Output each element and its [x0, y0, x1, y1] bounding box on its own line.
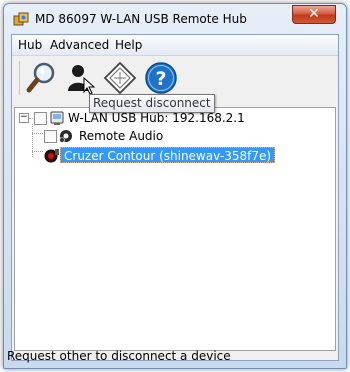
hub-icon	[50, 111, 64, 125]
title-bar[interactable]: MD 86097 W-LAN USB Remote Hub ✕	[4, 4, 346, 34]
tree-item-cruzer[interactable]: Cruzer Contour (shinewav-358f7e)	[15, 146, 335, 164]
tree-connector	[29, 118, 33, 119]
cruzer-label: Cruzer Contour (shinewav-358f7e)	[60, 147, 276, 163]
collapse-toggle[interactable]: −	[19, 113, 29, 123]
tooltip: Request disconnect	[89, 94, 215, 113]
menu-hub[interactable]: Hub	[18, 38, 42, 52]
client-area: Hub Advanced Help ? − W-LAN USB Hub: 192…	[11, 34, 339, 361]
window-title: MD 86097 W-LAN USB Remote Hub	[35, 12, 247, 26]
menu-help[interactable]: Help	[115, 38, 142, 52]
help-icon: ?	[145, 62, 177, 94]
remote-audio-label: Remote Audio	[79, 129, 164, 143]
toolbar-separator	[19, 61, 20, 95]
menu-advanced[interactable]: Advanced	[50, 38, 109, 52]
close-icon: ✕	[308, 6, 320, 22]
auto-connect-button[interactable]	[102, 60, 138, 96]
tree-item-remote-audio[interactable]: Remote Audio	[15, 128, 335, 146]
root-checkbox[interactable]	[34, 112, 47, 125]
person-icon	[68, 65, 96, 95]
request-disconnect-button[interactable]	[62, 60, 98, 96]
usb-device-icon	[44, 149, 59, 163]
close-button[interactable]: ✕	[292, 5, 336, 24]
magnifier-icon	[26, 62, 55, 93]
search-button[interactable]	[24, 60, 60, 96]
app-icon	[13, 12, 29, 26]
status-bar-text: Request other to disconnect a device	[7, 349, 231, 363]
audio-device-icon	[59, 130, 72, 143]
menu-bar: Hub Advanced Help	[12, 35, 338, 56]
svg-text:?: ?	[155, 68, 166, 90]
remote-audio-checkbox[interactable]	[44, 130, 57, 143]
help-button[interactable]: ?	[143, 60, 179, 96]
diamond-icon	[103, 61, 137, 95]
root-label: W-LAN USB Hub: 192.168.2.1	[68, 111, 245, 125]
device-tree[interactable]: − W-LAN USB Hub: 192.168.2.1 Remote Audi…	[14, 107, 336, 351]
app-window: MD 86097 W-LAN USB Remote Hub ✕ Hub Adva…	[3, 3, 347, 369]
